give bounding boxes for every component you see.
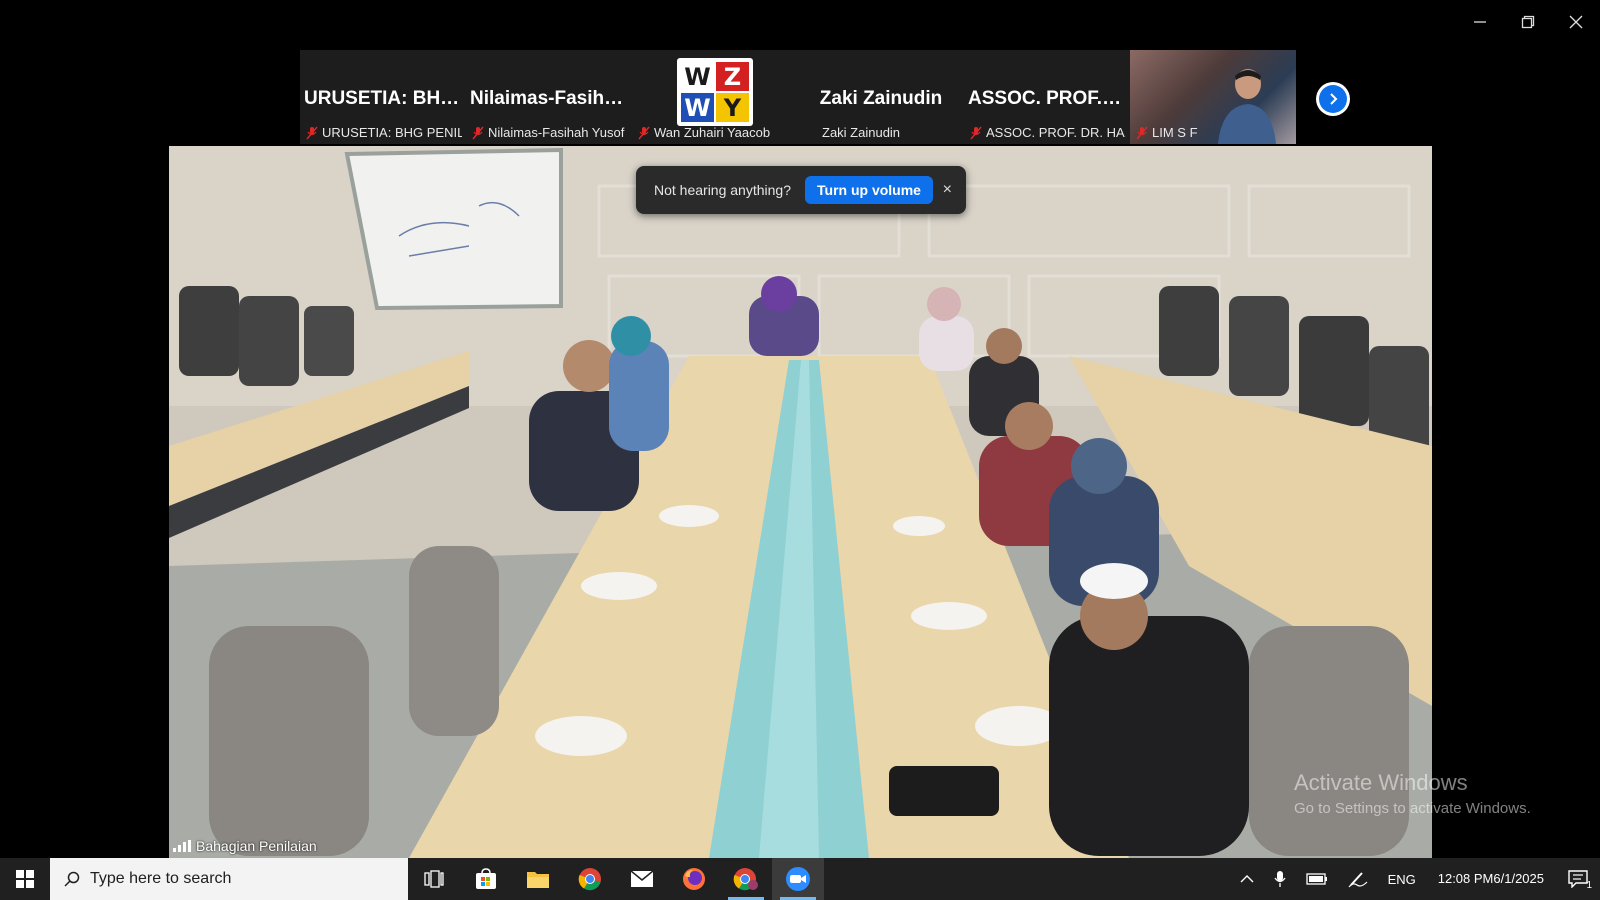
participant-name: ASSOC. PROF. D... — [968, 88, 1130, 109]
clock-date: 6/1/2025 — [1493, 871, 1544, 886]
audio-toast: Not hearing anything? Turn up volume × — [636, 166, 966, 214]
battery-tray-button[interactable] — [1296, 858, 1338, 900]
participant-label: URUSETIA: BHG PENIL... — [306, 125, 462, 140]
next-page-button[interactable] — [1316, 82, 1350, 116]
participant-tile[interactable]: ASSOC. PROF. D... ASSOC. PROF. DR. HA... — [964, 50, 1130, 144]
restore-icon — [1521, 15, 1535, 29]
clock-time: 12:08 PM — [1437, 871, 1494, 886]
window-controls — [1456, 0, 1600, 44]
participant-label-text: Wan Zuhairi Yaacob — [654, 125, 771, 140]
restore-button[interactable] — [1504, 0, 1552, 44]
participant-label-text: URUSETIA: BHG PENIL... — [322, 125, 462, 140]
participant-tile[interactable]: LIM S F — [1130, 50, 1296, 144]
mic-muted-icon — [970, 126, 982, 139]
firefox-icon — [683, 868, 705, 890]
chevron-right-icon — [1330, 93, 1338, 105]
watermark-subtitle: Go to Settings to activate Windows. — [1294, 800, 1531, 817]
battery-icon — [1305, 873, 1327, 885]
participant-tile[interactable]: Zaki Zainudin Zaki Zainudin — [798, 50, 964, 144]
participant-label: LIM S F — [1136, 125, 1292, 140]
chevron-up-icon — [1240, 875, 1254, 883]
activation-watermark: Activate Windows Go to Settings to activ… — [1294, 770, 1531, 817]
main-video[interactable]: Bahagian Penilaian — [169, 146, 1432, 858]
windows-logo-icon — [16, 870, 34, 888]
show-hidden-icons-button[interactable] — [1230, 858, 1264, 900]
chrome-profile-button[interactable] — [720, 858, 772, 900]
participant-strip: URUSETIA: BHG... URUSETIA: BHG PENIL... … — [300, 50, 1300, 144]
system-tray: ENG 12:08 PM 6/1/2025 1 — [1230, 858, 1600, 900]
participant-label: ASSOC. PROF. DR. HA... — [970, 125, 1126, 140]
participant-label-text: Zaki Zainudin — [822, 125, 901, 140]
notification-count: 1 — [1586, 880, 1592, 891]
logo-letter: Z — [716, 62, 749, 91]
logo-letter: W — [681, 93, 714, 122]
clock[interactable]: 12:08 PM 6/1/2025 — [1426, 858, 1556, 900]
participant-label-text: ASSOC. PROF. DR. HA... — [986, 125, 1126, 140]
close-button[interactable] — [1552, 0, 1600, 44]
watermark-title: Activate Windows — [1294, 770, 1468, 795]
toast-message: Not hearing anything? — [654, 182, 791, 198]
participant-tile[interactable]: W Z W Y Wan Zuhairi Yaacob — [632, 50, 798, 144]
mic-muted-icon — [1136, 126, 1148, 139]
minimize-button[interactable] — [1456, 0, 1504, 44]
search-icon — [64, 871, 80, 887]
language-indicator[interactable]: ENG — [1378, 858, 1426, 900]
participant-name: Zaki Zainudin — [819, 88, 943, 109]
task-view-icon — [424, 870, 444, 888]
zoom-button[interactable] — [772, 858, 824, 900]
firefox-button[interactable] — [668, 858, 720, 900]
chrome-button[interactable] — [564, 858, 616, 900]
participant-label-text: Nilaimas-Fasihah Yusof — [488, 125, 625, 140]
meeting-room-video — [169, 146, 1432, 858]
mic-muted-icon — [472, 126, 484, 139]
active-speaker-label: Bahagian Penilaian — [173, 838, 317, 854]
close-icon — [1569, 15, 1583, 29]
taskbar: Type here to search ENG 12:08 PM 6/1/202… — [0, 858, 1600, 900]
start-button[interactable] — [0, 858, 50, 900]
notification-icon — [1568, 870, 1588, 888]
participant-label-text: LIM S F — [1152, 125, 1198, 140]
participant-tile[interactable]: URUSETIA: BHG... URUSETIA: BHG PENIL... — [300, 50, 466, 144]
mic-muted-icon — [638, 126, 650, 139]
mail-button[interactable] — [616, 858, 668, 900]
search-placeholder: Type here to search — [90, 870, 232, 887]
participant-label: Zaki Zainudin — [822, 125, 960, 140]
microsoft-store-button[interactable] — [460, 858, 512, 900]
taskbar-search[interactable]: Type here to search — [50, 858, 408, 900]
participant-label: Wan Zuhairi Yaacob — [638, 125, 794, 140]
toast-close-icon[interactable]: × — [943, 181, 952, 199]
file-explorer-button[interactable] — [512, 858, 564, 900]
participant-tile[interactable]: Nilaimas-Fasiha... Nilaimas-Fasihah Yuso… — [466, 50, 632, 144]
notifications-button[interactable]: 1 — [1556, 858, 1600, 900]
participant-avatar-logo: W Z W Y — [677, 58, 753, 126]
zoom-icon — [786, 867, 810, 891]
logo-letter: Y — [716, 93, 749, 122]
microphone-icon — [1274, 871, 1286, 887]
microphone-tray-button[interactable] — [1264, 858, 1296, 900]
chrome-profile-icon — [733, 868, 758, 891]
mail-icon — [630, 870, 654, 887]
pen-icon — [1348, 872, 1367, 888]
signal-strength-icon — [173, 840, 191, 852]
speaker-name: Bahagian Penilaian — [196, 838, 317, 854]
folder-icon — [527, 872, 549, 888]
participant-label: Nilaimas-Fasihah Yusof — [472, 125, 628, 140]
participant-name: Nilaimas-Fasiha... — [470, 88, 631, 109]
chrome-icon — [578, 868, 601, 891]
turn-up-volume-button[interactable]: Turn up volume — [805, 176, 933, 204]
store-icon — [476, 868, 496, 889]
minimize-icon — [1474, 21, 1486, 23]
pen-tray-button[interactable] — [1338, 858, 1378, 900]
participant-name: URUSETIA: BHG... — [304, 88, 466, 109]
mic-muted-icon — [306, 126, 318, 139]
logo-letter: W — [684, 62, 711, 91]
task-view-button[interactable] — [408, 858, 460, 900]
